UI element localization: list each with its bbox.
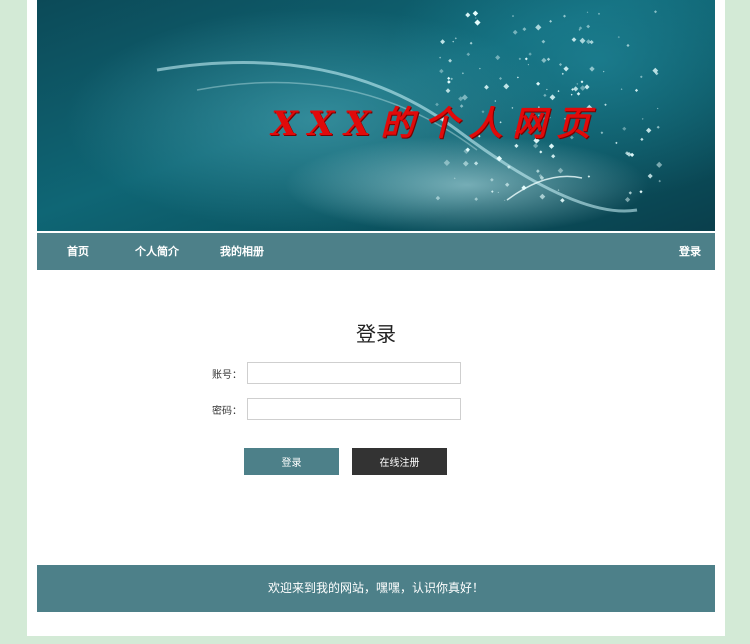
login-button[interactable]: 登录 (244, 448, 339, 475)
register-button[interactable]: 在线注册 (352, 448, 447, 475)
header-banner: XXX的个人网页 (37, 0, 715, 231)
nav-item-album[interactable]: 我的相册 (220, 233, 264, 270)
nav-item-home[interactable]: 首页 (67, 233, 89, 270)
login-title: 登录 (356, 322, 396, 346)
nav-item-profile[interactable]: 个人简介 (135, 233, 179, 270)
account-label: 账号： (212, 370, 242, 381)
account-input[interactable] (247, 362, 461, 384)
page-container: XXX的个人网页 首页 个人简介 我的相册 登录 登录 账号： 密码： 登录 在… (27, 0, 725, 636)
footer: 欢迎来到我的网站，嘿嘿，认识你真好！ (37, 565, 715, 612)
password-label: 密码： (212, 406, 242, 417)
nav-login-link[interactable]: 登录 (679, 233, 701, 270)
banner-title: XXX的个人网页 (271, 104, 601, 144)
password-input[interactable] (247, 398, 461, 420)
footer-text: 欢迎来到我的网站，嘿嘿，认识你真好！ (267, 581, 484, 595)
main-navigation: 首页 个人简介 我的相册 登录 (37, 233, 715, 270)
